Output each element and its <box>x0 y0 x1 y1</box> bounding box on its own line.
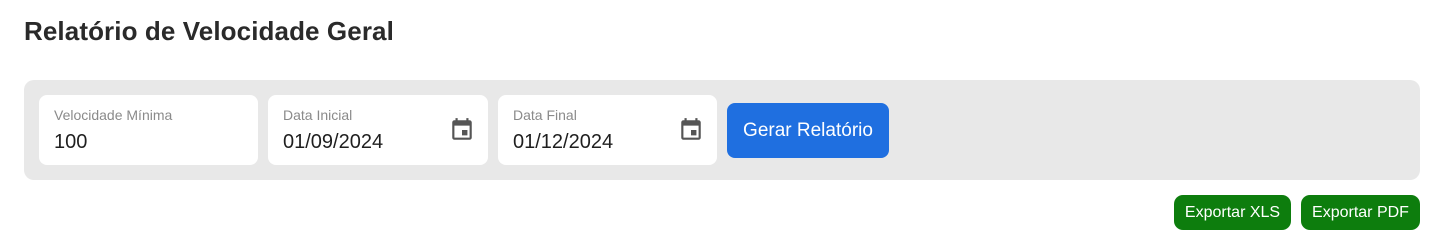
calendar-icon[interactable] <box>449 117 475 143</box>
min-speed-label: Velocidade Mínima <box>54 107 173 123</box>
generate-report-button[interactable]: Gerar Relatório <box>727 103 889 158</box>
end-date-input[interactable]: 01/12/2024 <box>513 131 613 154</box>
export-xls-button[interactable]: Exportar XLS <box>1174 195 1291 230</box>
filter-panel: Velocidade Mínima 100 Data Inicial 01/09… <box>24 80 1420 180</box>
export-pdf-button[interactable]: Exportar PDF <box>1301 195 1420 230</box>
start-date-field[interactable]: Data Inicial 01/09/2024 <box>268 95 488 165</box>
min-speed-field[interactable]: Velocidade Mínima 100 <box>39 95 258 165</box>
calendar-icon[interactable] <box>678 117 704 143</box>
page-title: Relatório de Velocidade Geral <box>24 16 394 46</box>
report-page: Relatório de Velocidade Geral Velocidade… <box>0 0 1446 243</box>
end-date-field[interactable]: Data Final 01/12/2024 <box>498 95 717 165</box>
end-date-label: Data Final <box>513 107 577 123</box>
start-date-label: Data Inicial <box>283 107 353 123</box>
start-date-input[interactable]: 01/09/2024 <box>283 131 383 154</box>
min-speed-input[interactable]: 100 <box>54 131 87 154</box>
